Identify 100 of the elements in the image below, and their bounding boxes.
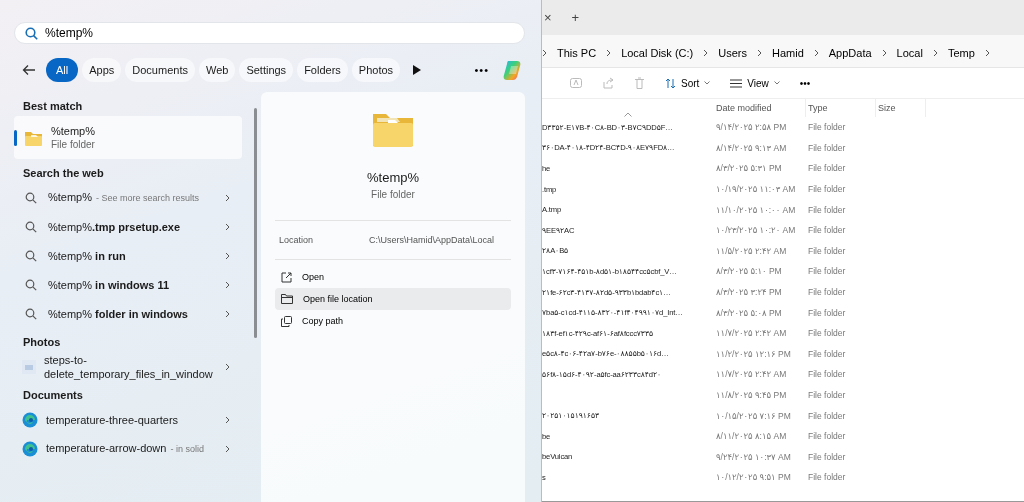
search-icon <box>25 278 37 291</box>
chevron-right-icon <box>225 251 230 260</box>
result-title: %temp% <box>51 123 97 138</box>
chevron-right-icon <box>225 415 230 424</box>
date-cell-text: ۸/۱۱/۲۰۲۵ ۸:۱۵ AM <box>715 430 788 444</box>
type-cell-text: File folder <box>807 430 847 444</box>
sort-button[interactable]: Sort <box>665 77 711 89</box>
delete-icon[interactable] <box>634 77 645 89</box>
result-title: %temp% in run <box>48 248 127 263</box>
result-item[interactable]: %temp% File folder <box>14 116 242 159</box>
filter-tab[interactable]: Folders <box>297 58 348 82</box>
preview-subtitle: File folder <box>371 189 415 200</box>
close-tab-button[interactable]: × <box>544 10 552 25</box>
date-cell-text: ۱۱/۲/۲۰۲۵ ۱۲:۱۶ PM <box>715 347 792 361</box>
search-icon <box>25 191 37 204</box>
chevron-right-icon <box>225 309 230 318</box>
section-heading: Documents <box>23 389 84 401</box>
search-icon <box>25 307 37 320</box>
filter-tab[interactable]: Documents <box>125 58 195 82</box>
date-cell-text: ۸/۱۴/۲۰۲۵ ۹:۱۳ AM <box>715 141 788 155</box>
breadcrumb-item[interactable]: AppData <box>828 47 872 59</box>
date-cell-text: ۸/۳/۲۰۲۵ ۵:۳۱ PM <box>715 162 783 176</box>
type-cell-text: File folder <box>807 141 847 155</box>
action-item[interactable]: Copy path <box>275 310 511 332</box>
result-item[interactable]: temperature-arrow-down - in solid <box>14 434 242 463</box>
view-button[interactable]: View <box>730 77 780 89</box>
chevron-right-icon <box>225 193 230 202</box>
preview-title: %temp% <box>367 170 419 185</box>
result-item[interactable]: temperature-three-quarters <box>14 405 242 434</box>
more-options-button[interactable]: ••• <box>799 77 811 89</box>
chevron-right-icon <box>225 222 230 231</box>
section-heading: Best match <box>23 100 84 112</box>
date-cell-text: ۱۱/۵/۲۰۲۵ ۲:۴۲ AM <box>715 244 788 258</box>
external-link-icon <box>281 271 292 283</box>
result-subtitle: File folder <box>51 137 96 152</box>
dropdown-caret-icon <box>773 81 780 85</box>
type-cell-text: File folder <box>807 409 847 423</box>
more-options-button[interactable]: ••• <box>474 64 489 76</box>
section-heading: Photos <box>23 336 62 348</box>
share-icon[interactable] <box>602 77 614 89</box>
breadcrumb-item[interactable]: Local Disk (C:) <box>621 47 694 59</box>
date-cell-text: ۹/۲۴/۲۰۲۵ ۱۰:۳۷ AM <box>715 450 792 464</box>
location-path: C:\Users\Hamid\AppData\Local <box>369 235 495 245</box>
section-heading: Search the web <box>23 167 105 179</box>
result-title: %temp% folder in windows <box>48 306 189 321</box>
folder-outline-icon <box>281 294 293 304</box>
date-cell-text: ۱۰/۲۳/۲۰۲۵ ۱۰:۲۰ AM <box>715 224 797 238</box>
result-item[interactable]: %temp% folder in windows <box>14 299 242 328</box>
date-cell-text: ۸/۳/۲۰۲۵ ۳:۲۴ PM <box>715 286 783 300</box>
date-cell-text: ۱۱/۷/۲۰۲۵ ۲:۴۲ AM <box>715 327 788 341</box>
type-cell-text: File folder <box>807 471 847 485</box>
play-icon[interactable] <box>412 65 422 75</box>
filter-tab[interactable]: All <box>46 58 79 82</box>
result-item[interactable]: %temp% - See more search results <box>14 183 242 212</box>
column-header[interactable]: Size <box>876 99 926 117</box>
type-cell-text: File folder <box>807 347 847 361</box>
column-header[interactable]: Date modified <box>714 99 806 117</box>
filter-tab[interactable]: Web <box>198 58 236 82</box>
chevron-right-icon <box>542 49 547 57</box>
browser-icon <box>22 440 38 457</box>
sort-arrows-icon <box>665 77 676 89</box>
action-item[interactable]: Open <box>275 266 511 288</box>
breadcrumb-item[interactable]: Temp <box>947 47 975 59</box>
dropdown-caret-icon <box>704 81 711 85</box>
result-item[interactable]: %temp% in run <box>14 241 242 270</box>
chevron-right-icon <box>881 49 887 57</box>
result-item[interactable]: %temp%.tmp prsetup.exe <box>14 212 242 241</box>
new-tab-button[interactable]: + <box>571 10 580 25</box>
rename-icon[interactable] <box>570 77 582 89</box>
type-cell-text: File folder <box>807 224 847 238</box>
filter-tab[interactable]: Photos <box>351 58 401 82</box>
filter-tab[interactable]: Apps <box>82 58 122 82</box>
action-item[interactable]: Open file location <box>275 288 511 310</box>
type-cell-text: File folder <box>807 265 847 279</box>
type-cell-text: File folder <box>807 286 847 300</box>
breadcrumb-item[interactable]: Hamid <box>772 47 804 59</box>
address-bar[interactable]: This PC Local Disk (C:) Users Hamid AppData Local Temp <box>542 35 1024 68</box>
filter-tab[interactable]: Settings <box>239 58 294 82</box>
date-cell-text: ۱۱/۱۰/۲۰۲۵ ۱۰:۰۰ AM <box>715 203 797 217</box>
scrollbar-thumb[interactable] <box>254 108 257 338</box>
browser-icon <box>22 411 38 428</box>
breadcrumb-item[interactable]: Local <box>896 47 923 59</box>
type-cell-text: File folder <box>807 203 847 217</box>
type-cell-text: File folder <box>807 389 847 402</box>
result-item[interactable]: steps-to-delete_temporary_files_in_window <box>14 352 242 381</box>
type-cell-text: File folder <box>807 368 847 382</box>
back-arrow-icon <box>22 64 36 76</box>
column-header[interactable]: Type <box>806 99 876 117</box>
result-title: temperature-arrow-down - in solid <box>46 441 205 456</box>
breadcrumb-item[interactable]: This PC <box>557 47 597 59</box>
result-item[interactable]: %temp% in windows 11 <box>14 270 242 299</box>
result-title: temperature-three-quarters <box>46 412 180 427</box>
breadcrumb-item[interactable]: Users <box>718 47 747 59</box>
search-field[interactable]: %temp% <box>14 22 525 44</box>
date-cell-text: ۱۱/۸/۲۰۲۵ ۹:۴۵ PM <box>715 389 788 402</box>
back-button[interactable] <box>22 64 36 76</box>
date-cell-text: ۸/۳/۲۰۲۵ ۵:۱۰ PM <box>715 265 783 279</box>
image-thumbnail-icon <box>22 359 36 374</box>
type-cell-text: File folder <box>807 121 847 135</box>
search-icon <box>25 249 37 262</box>
